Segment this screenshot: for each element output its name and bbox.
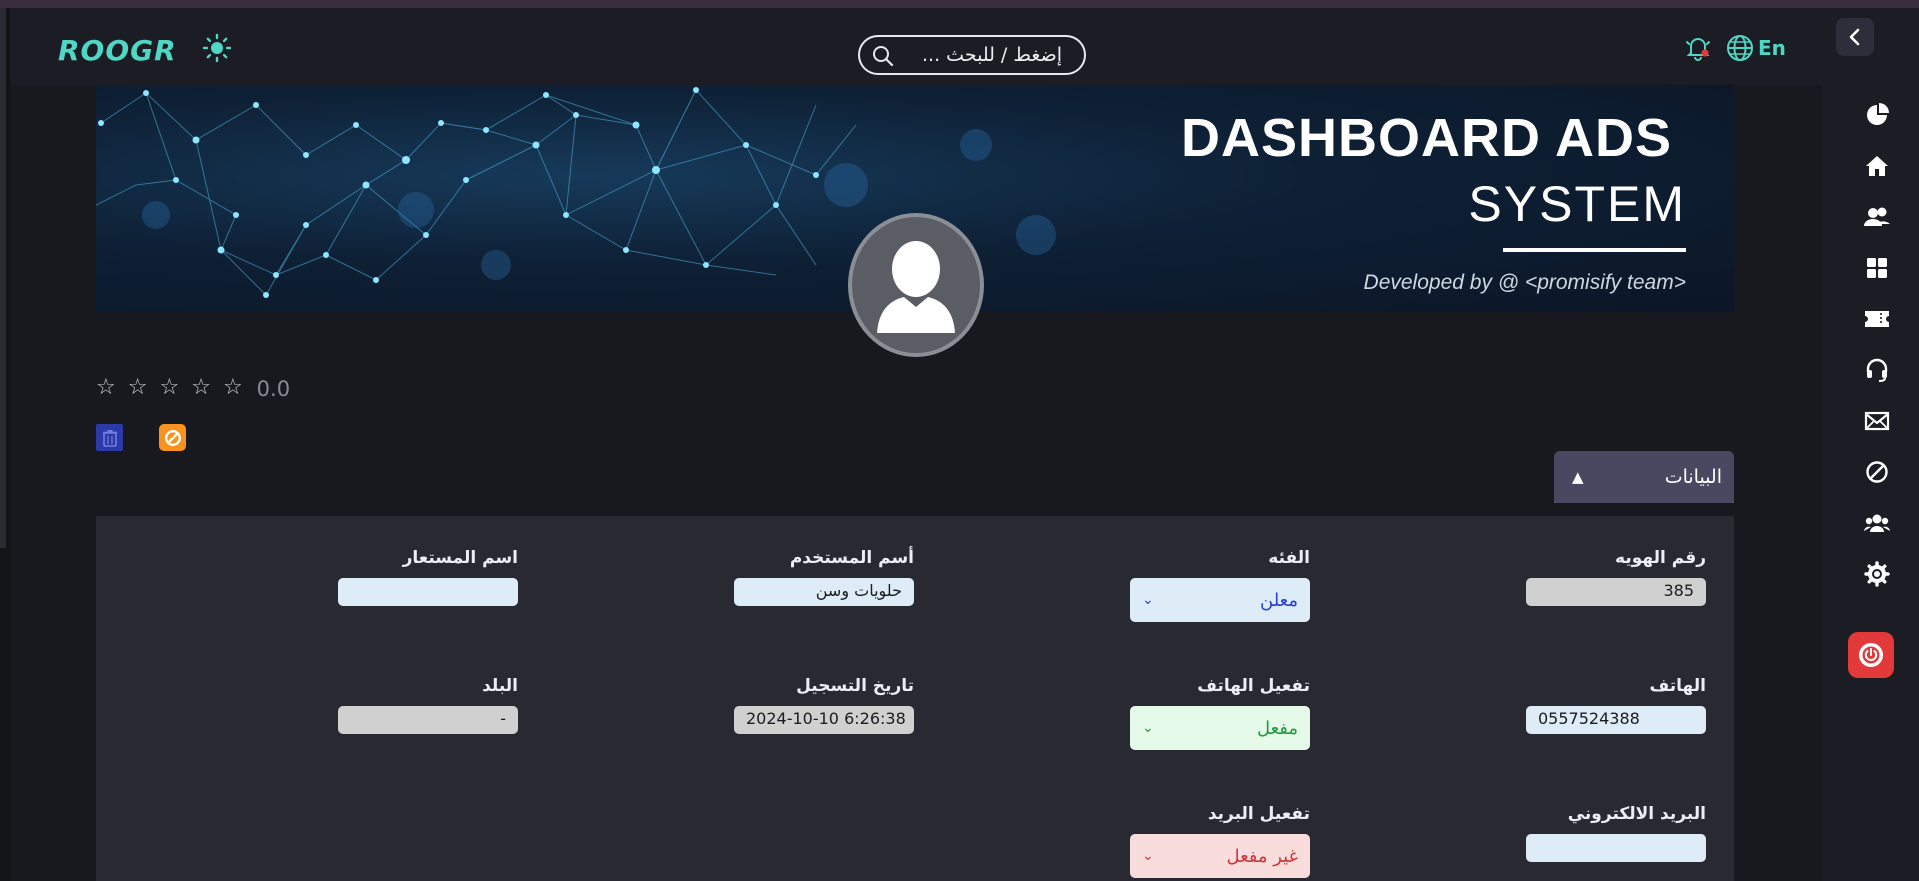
settings-icon[interactable] [1862, 559, 1892, 589]
search-input[interactable] [902, 44, 1062, 66]
chevron-down-icon: ⌄ [1142, 720, 1154, 736]
banner-subtitle: SYSTEM [1468, 176, 1686, 232]
category-value: معلن [1260, 589, 1298, 611]
country-label: البلد [482, 676, 518, 696]
ticket-icon[interactable] [1862, 304, 1892, 334]
scrollbar[interactable] [0, 8, 10, 881]
language-switcher[interactable]: En [1726, 32, 1786, 64]
search-box[interactable] [858, 35, 1086, 75]
star-icon[interactable]: ☆ [223, 375, 243, 400]
email-activation-select[interactable]: غير مفعل ⌄ [1130, 834, 1310, 878]
search-icon[interactable] [872, 45, 894, 67]
main-content: DASHBOARD ADS SYSTEM Developed by @ <pro… [10, 85, 1822, 881]
block-user-button[interactable] [159, 424, 186, 451]
id-number-label: رقم الهويه [1615, 548, 1706, 568]
headset-icon[interactable] [1862, 355, 1892, 385]
email-activation-field: تفعيل البريد غير مفعل ⌄ [1130, 804, 1310, 878]
country-value: - [338, 706, 518, 734]
phone-field: الهاتف 0557524388 [1526, 676, 1706, 734]
id-number-value: 385 [1526, 578, 1706, 606]
team-icon[interactable] [1862, 508, 1892, 538]
category-select[interactable]: معلن ⌄ [1130, 578, 1310, 622]
grid-icon[interactable] [1862, 253, 1892, 283]
ban-icon [164, 429, 181, 446]
id-number-field: رقم الهويه 385 [1526, 548, 1706, 606]
phone-activation-field: تفعيل الهاتف مفعل ⌄ [1130, 676, 1310, 750]
email-activation-value: غير مفعل [1226, 845, 1298, 867]
username-input[interactable]: حلويات وسن [734, 578, 914, 606]
category-field: الفئه معلن ⌄ [1130, 548, 1310, 622]
username-field: أسم المستخدم حلويات وسن [734, 548, 914, 606]
phone-activation-select[interactable]: مفعل ⌄ [1130, 706, 1310, 750]
rating-stars: ☆ ☆ ☆ ☆ ☆ 0.0 [96, 373, 291, 402]
sun-icon[interactable] [202, 33, 232, 63]
globe-icon [1727, 35, 1753, 61]
phone-activation-label: تفعيل الهاتف [1197, 676, 1310, 696]
chevron-left-icon [1849, 28, 1860, 46]
banner-credit: Developed by @ <promisify team> [1363, 271, 1686, 294]
phone-activation-value: مفعل [1256, 717, 1298, 739]
registration-date-label: تاريخ التسجيل [796, 676, 914, 696]
alias-field: اسم المستعار [338, 548, 518, 606]
email-activation-label: تفعيل البريد [1207, 804, 1310, 824]
banner-title: DASHBOARD ADS [1180, 108, 1672, 168]
chevron-down-icon: ⌄ [1142, 592, 1154, 608]
top-header: ROOGR إضغط / للبحث ... En [10, 8, 1919, 85]
data-section-tab[interactable]: ▲ البيانات [1554, 451, 1734, 503]
username-label: أسم المستخدم [789, 548, 914, 568]
language-label: En [1758, 36, 1786, 60]
section-tab-label: البيانات [1664, 466, 1722, 488]
scrollbar-thumb[interactable] [0, 8, 6, 548]
home-icon[interactable] [1862, 151, 1892, 181]
notification-bell-icon[interactable] [1683, 33, 1713, 63]
right-sidebar [1822, 85, 1919, 881]
phone-label: الهاتف [1649, 676, 1706, 696]
avatar[interactable] [848, 213, 984, 357]
delete-button[interactable] [96, 424, 123, 451]
star-icon[interactable]: ☆ [96, 375, 116, 400]
star-icon[interactable]: ☆ [191, 375, 211, 400]
email-label: البريد الالكتروني [1567, 804, 1706, 824]
phone-input[interactable]: 0557524388 [1526, 706, 1706, 734]
pie-chart-icon[interactable] [1862, 100, 1892, 130]
user-silhouette-icon [877, 241, 955, 333]
alias-input[interactable] [338, 578, 518, 606]
star-icon[interactable]: ☆ [128, 375, 148, 400]
user-data-panel: رقم الهويه 385 الفئه معلن ⌄ أسم المستخدم… [96, 516, 1734, 881]
mail-icon[interactable] [1862, 406, 1892, 436]
window-top-strip [0, 0, 1919, 8]
users-icon[interactable] [1862, 202, 1892, 232]
email-input[interactable] [1526, 834, 1706, 862]
star-icon[interactable]: ☆ [159, 375, 179, 400]
app-logo[interactable]: ROOGR [58, 34, 177, 67]
sidebar-toggle-button[interactable] [1836, 18, 1874, 56]
block-icon[interactable] [1862, 457, 1892, 487]
logout-button[interactable] [1848, 632, 1894, 678]
chevron-down-icon: ⌄ [1142, 848, 1154, 864]
registration-date-field: تاريخ التسجيل 2024-10-10 6:26:38 [734, 676, 914, 734]
country-field: البلد - [338, 676, 518, 734]
registration-date-value: 2024-10-10 6:26:38 [734, 706, 914, 734]
rating-value: 0.0 [256, 377, 291, 401]
power-icon [1859, 643, 1883, 667]
email-field: البريد الالكتروني [1526, 804, 1706, 862]
alias-label: اسم المستعار [402, 548, 518, 568]
collapse-arrow-icon: ▲ [1572, 468, 1584, 486]
category-label: الفئه [1268, 548, 1310, 568]
banner-underline [1503, 248, 1686, 252]
trash-icon [102, 429, 117, 447]
